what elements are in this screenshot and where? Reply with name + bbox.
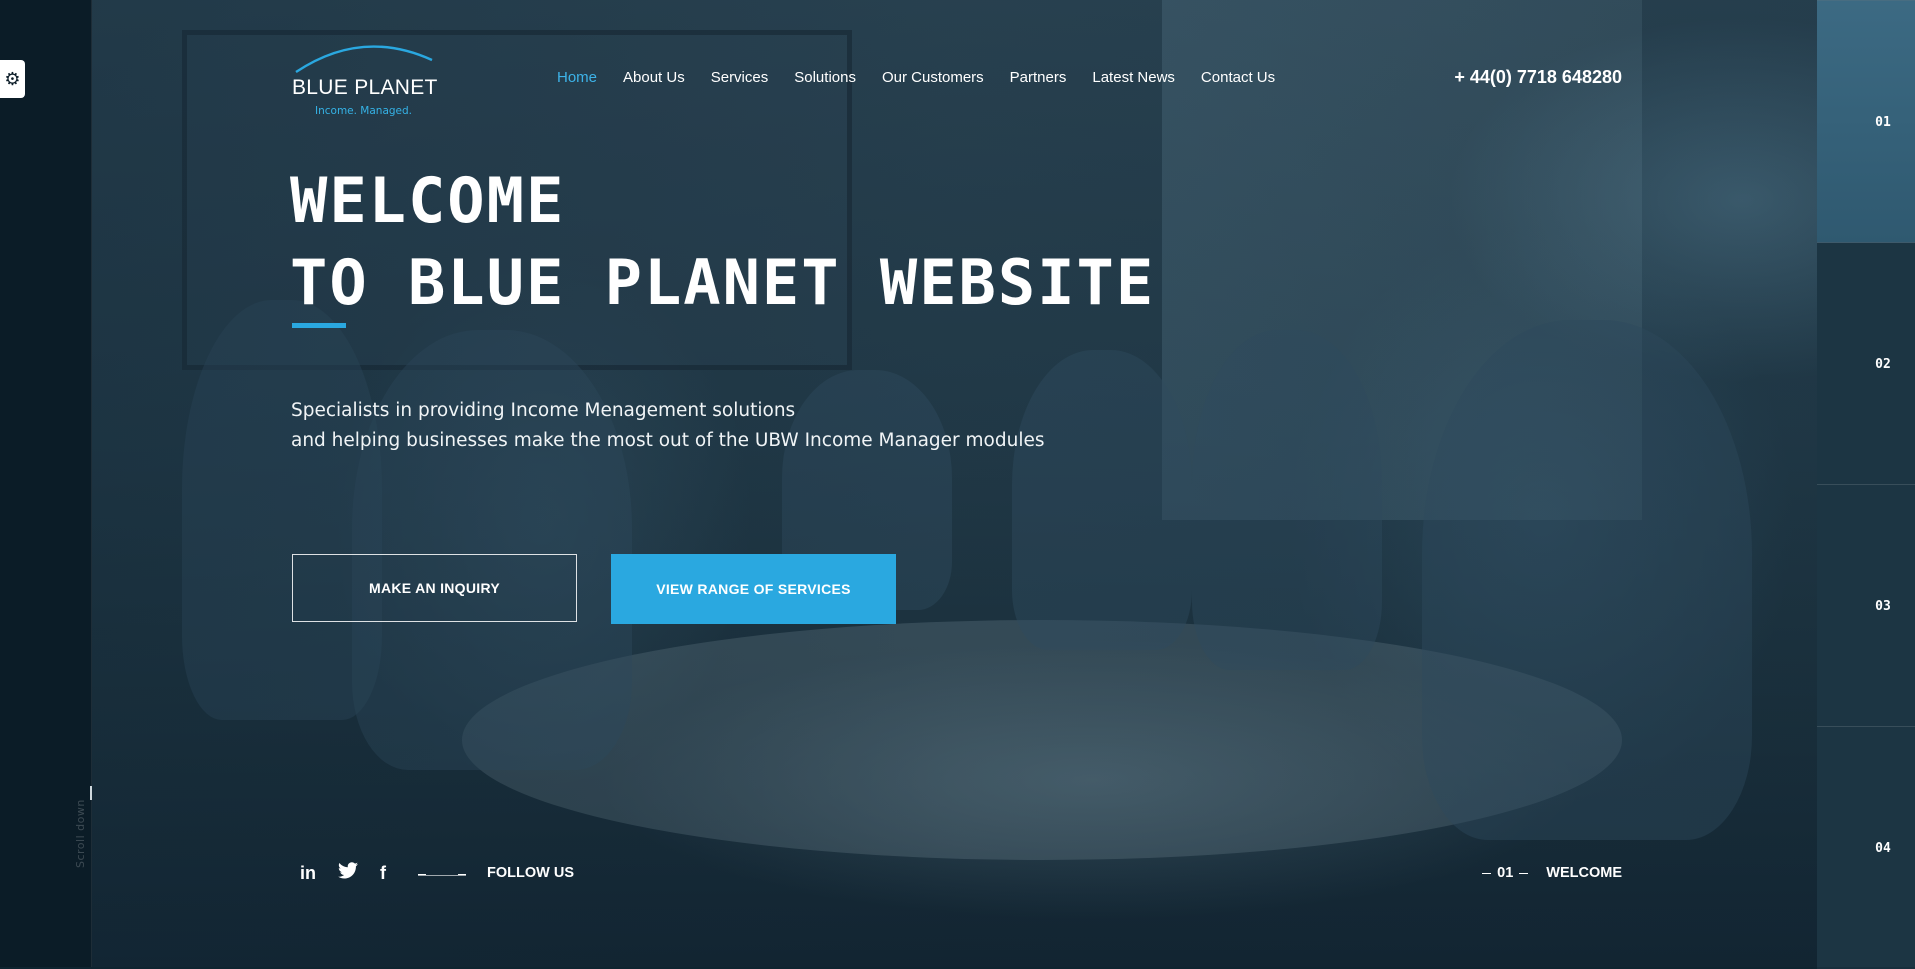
- follow-divider: [418, 874, 466, 876]
- view-services-button[interactable]: VIEW RANGE OF SERVICES: [611, 554, 896, 624]
- slide-number: 01: [1482, 865, 1529, 881]
- logo-arc-icon: [295, 45, 433, 73]
- hero-title-line1: WELCOME: [290, 164, 566, 237]
- hero-subtitle-line2: and helping businesses make the most out…: [291, 430, 1045, 451]
- hero-subtitle-line1: Specialists in providing Income Menageme…: [291, 400, 796, 421]
- left-divider: [91, 0, 92, 967]
- logo-name: BLUE PLANET: [292, 76, 438, 99]
- nav-item-our-customers[interactable]: Our Customers: [882, 69, 984, 86]
- facebook-icon[interactable]: f: [380, 863, 386, 884]
- linkedin-icon[interactable]: in: [300, 863, 316, 884]
- title-accent-bar: [292, 323, 346, 328]
- slide-tab-04[interactable]: 04: [1817, 726, 1915, 969]
- phone-number[interactable]: + 44(0) 7718 648280: [1454, 67, 1622, 88]
- slide-label: WELCOME: [1546, 865, 1622, 881]
- scroll-down-label[interactable]: Scroll down: [74, 799, 87, 868]
- hero-overlay: [92, 0, 1817, 967]
- twitter-icon[interactable]: [338, 862, 358, 884]
- hero-title-line2: TO BLUE PLANET WEBSITE: [290, 246, 1156, 319]
- nav-item-home[interactable]: Home: [557, 69, 597, 86]
- nav-item-latest-news[interactable]: Latest News: [1092, 69, 1175, 86]
- hero-title: WELCOME TO BLUE PLANET WEBSITE: [290, 160, 1155, 324]
- slide-tab-01[interactable]: 01: [1817, 0, 1915, 243]
- slide-indicator: 01 WELCOME: [1482, 865, 1622, 881]
- nav-item-contact-us[interactable]: Contact Us: [1201, 69, 1275, 86]
- nav-item-about-us[interactable]: About Us: [623, 69, 685, 86]
- nav-item-partners[interactable]: Partners: [1010, 69, 1067, 86]
- follow-us-label: FOLLOW US: [487, 865, 574, 881]
- nav-item-services[interactable]: Services: [711, 69, 769, 86]
- slide-tab-02[interactable]: 02: [1817, 242, 1915, 485]
- make-inquiry-button[interactable]: MAKE AN INQUIRY: [292, 554, 577, 622]
- settings-button[interactable]: ⚙: [0, 60, 25, 98]
- hero-subtitle: Specialists in providing Income Menageme…: [291, 396, 1045, 456]
- main-nav: Home About Us Services Solutions Our Cus…: [557, 69, 1275, 86]
- brand-logo[interactable]: BLUE PLANET Income. Managed.: [292, 36, 442, 120]
- social-links: in f: [300, 862, 386, 884]
- nav-item-solutions[interactable]: Solutions: [794, 69, 856, 86]
- scroll-indicator: [90, 786, 92, 800]
- logo-tagline: Income. Managed.: [315, 105, 413, 117]
- slide-tab-03[interactable]: 03: [1817, 484, 1915, 727]
- gear-icon: ⚙: [4, 68, 21, 90]
- slide-tabs-panel: 01 02 03 04: [1817, 0, 1915, 969]
